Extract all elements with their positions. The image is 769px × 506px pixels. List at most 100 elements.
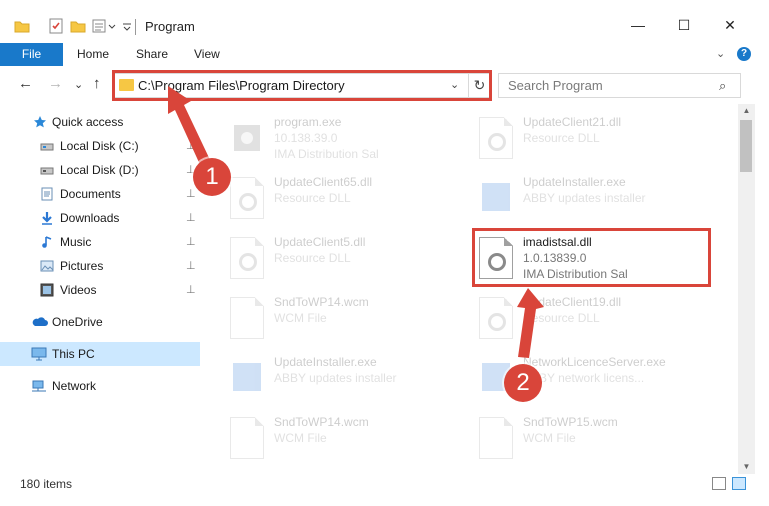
sidebar-item-videos[interactable]: Videos ⊥ [0, 278, 200, 302]
file-type: WCM File [274, 311, 327, 325]
file-type: Resource DLL [523, 131, 600, 145]
star-icon [33, 115, 47, 129]
sidebar-item-this-pc[interactable]: This PC [0, 342, 200, 366]
pin-icon: ⊥ [186, 284, 196, 296]
close-button[interactable]: ✕ [707, 10, 753, 40]
sidebar-item-label: Videos [60, 283, 97, 297]
pin-icon: ⊥ [186, 212, 196, 224]
sidebar-item-label: Pictures [60, 259, 104, 273]
recent-locations-button[interactable]: ⌄ [74, 78, 83, 91]
pin-icon: ⊥ [186, 140, 196, 152]
sidebar-item-local-disk-c[interactable]: Local Disk (C:) ⊥ [0, 134, 200, 158]
pin-icon: ⊥ [186, 236, 196, 248]
back-button[interactable]: ← [18, 75, 33, 92]
search-input[interactable]: Search Program [508, 78, 603, 93]
customize-qat-icon[interactable] [92, 18, 116, 34]
file-type: WCM File [523, 431, 576, 445]
sidebar-item-network[interactable]: Network [0, 374, 200, 398]
sidebar-item-label: Documents [60, 187, 121, 201]
sidebar-item-label: Downloads [60, 211, 120, 225]
tab-share[interactable]: Share [136, 43, 168, 66]
installer-icon [479, 177, 513, 219]
file-item[interactable]: UpdateInstaller.exe ABBY updates install… [230, 349, 470, 409]
file-item[interactable]: SndToWP15.wcm WCM File [479, 409, 719, 469]
file-name: UpdateClient65.dll [274, 175, 373, 189]
scroll-down-icon[interactable]: ▼ [738, 460, 755, 474]
minimize-button[interactable]: — [615, 10, 661, 40]
sidebar-item-quick-access[interactable]: Quick access [0, 110, 200, 134]
sidebar-item-onedrive[interactable]: OneDrive [0, 310, 200, 334]
expand-ribbon-icon[interactable]: ⌄ [716, 47, 725, 60]
sidebar-item-label: Local Disk (C:) [60, 139, 139, 153]
scroll-thumb[interactable] [740, 120, 752, 172]
step-2-badge: 2 [504, 364, 542, 402]
file-item[interactable]: SndToWP14.wcm WCM File [230, 289, 470, 349]
file-item[interactable]: UpdateClient65.dll Resource DLL [230, 169, 470, 229]
tab-home[interactable]: Home [77, 43, 109, 66]
properties-icon[interactable] [48, 18, 64, 34]
file-name: SndToWP14.wcm [274, 415, 369, 429]
dll-icon [479, 117, 513, 159]
file-name: UpdateClient21.dll [523, 115, 622, 129]
sidebar-item-label: Local Disk (D:) [60, 163, 139, 177]
file-item[interactable]: UpdateClient19.dll Resource DLL [479, 289, 719, 349]
vertical-scrollbar[interactable]: ▲ ▼ [738, 104, 755, 474]
sidebar-item-label: Network [52, 379, 97, 393]
network-icon [31, 379, 46, 393]
search-box[interactable]: Search Program ⌕ [498, 73, 741, 98]
forward-button[interactable]: → [48, 75, 63, 92]
file-type: Resource DLL [274, 191, 351, 205]
sidebar-item-label: OneDrive [52, 315, 103, 329]
file-item[interactable]: UpdateClient21.dll Resource DLL [479, 109, 719, 169]
pin-icon: ⊥ [186, 188, 196, 200]
dll-icon [230, 237, 264, 279]
music-icon [40, 235, 54, 249]
sidebar-item-local-disk-d[interactable]: Local Disk (D:) ⊥ [0, 158, 200, 182]
status-bar: 180 items [0, 475, 769, 506]
file-item[interactable]: SndToWP14.wcm WCM File [230, 409, 470, 469]
pin-icon: ⊥ [186, 260, 196, 272]
dll-icon [230, 177, 264, 219]
search-icon[interactable]: ⌕ [719, 78, 726, 94]
tab-view[interactable]: View [194, 43, 220, 66]
sidebar-item-label: This PC [52, 347, 95, 361]
maximize-button[interactable]: ☐ [661, 10, 707, 40]
file-type: ABBY updates installer [523, 191, 646, 205]
installer-icon [230, 357, 264, 399]
sidebar-item-label: Music [60, 235, 92, 249]
step-1-badge: 1 [193, 158, 231, 196]
file-name: UpdateClient5.dll [274, 235, 366, 249]
file-name: UpdateInstaller.exe [274, 355, 377, 369]
sidebar-item-downloads[interactable]: Downloads ⊥ [0, 206, 200, 230]
file-name: SndToWP14.wcm [274, 295, 369, 309]
ribbon-tabs: File Home Share View ⌄ ? [0, 43, 769, 66]
file-name: UpdateInstaller.exe [523, 175, 626, 189]
title-bar: Program — ☐ ✕ [0, 0, 769, 40]
file-list: program.exe 10.138.39.0 IMA Distribution… [205, 104, 738, 474]
navigation-pane: Quick access Local Disk (C:) ⊥ Local Dis… [0, 104, 205, 474]
file-icon [230, 297, 264, 339]
file-item[interactable]: program.exe 10.138.39.0 IMA Distribution… [230, 109, 470, 169]
help-icon[interactable]: ? [737, 47, 751, 61]
new-folder-icon[interactable] [70, 18, 86, 34]
file-highlight-box [472, 228, 711, 287]
sidebar-item-pictures[interactable]: Pictures ⊥ [0, 254, 200, 278]
file-type: Resource DLL [274, 251, 351, 265]
up-button[interactable]: ↑ [93, 75, 101, 92]
file-item[interactable]: UpdateInstaller.exe ABBY updates install… [479, 169, 719, 229]
file-type: Resource DLL [523, 311, 600, 325]
tab-file[interactable]: File [0, 43, 63, 66]
folder-icon[interactable] [14, 18, 30, 34]
videos-icon [40, 283, 54, 297]
sidebar-item-documents[interactable]: Documents ⊥ [0, 182, 200, 206]
window-title: Program [145, 19, 195, 34]
sidebar-item-music[interactable]: Music ⊥ [0, 230, 200, 254]
scroll-up-icon[interactable]: ▲ [738, 104, 755, 118]
details-view-icon[interactable] [712, 477, 726, 490]
file-item[interactable]: UpdateClient5.dll Resource DLL [230, 229, 470, 289]
file-name: SndToWP15.wcm [523, 415, 618, 429]
file-type: ABBY updates installer [274, 371, 397, 385]
file-icon [230, 417, 264, 459]
tiles-view-icon[interactable] [732, 477, 746, 490]
address-highlight-box [112, 70, 492, 101]
